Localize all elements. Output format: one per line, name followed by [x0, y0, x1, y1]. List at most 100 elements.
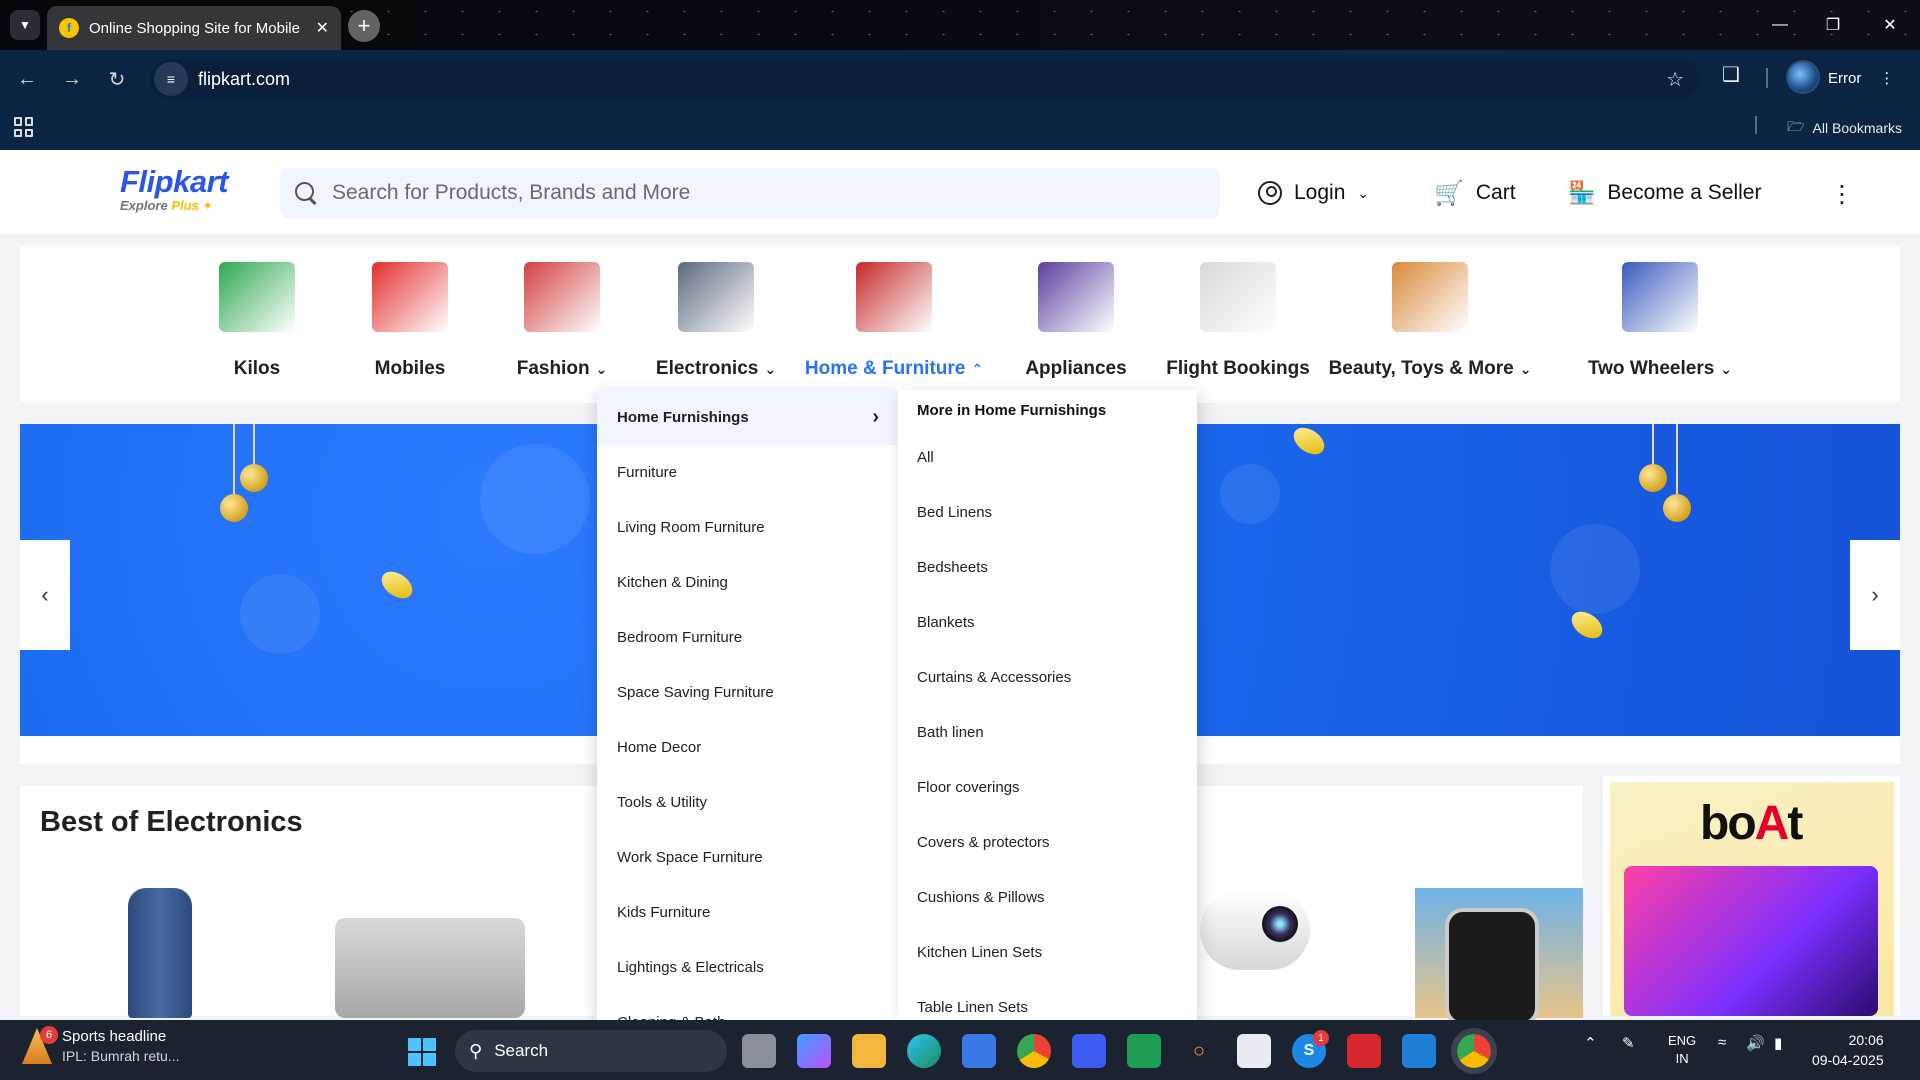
- subcategory-item[interactable]: Kitchen Linen Sets: [898, 925, 1197, 980]
- wifi-icon[interactable]: ≈: [1718, 1034, 1726, 1051]
- profile-error-chip[interactable]: Error ⋮: [1828, 62, 1894, 94]
- dropdown-item[interactable]: Bedroom Furniture: [597, 610, 897, 665]
- product-smartwatch[interactable]: [1415, 888, 1583, 1026]
- search-icon: ⚲: [469, 1040, 483, 1061]
- search-input[interactable]: [332, 181, 1192, 205]
- category-fashion[interactable]: Fashion ⌄: [517, 262, 607, 379]
- dropdown-item[interactable]: Kids Furniture: [597, 885, 897, 940]
- search-icon[interactable]: [294, 181, 318, 205]
- editor-app-icon[interactable]: [1072, 1034, 1106, 1068]
- skype-badge: 1: [1313, 1030, 1329, 1046]
- category-label: Flight Bookings: [1166, 358, 1310, 379]
- chrome-icon[interactable]: [1017, 1034, 1051, 1068]
- restore-button[interactable]: ❐: [1813, 10, 1853, 40]
- dropdown-item[interactable]: Home Furnishings ›: [597, 390, 897, 445]
- dropdown-item[interactable]: Tools & Utility: [597, 775, 897, 830]
- category-flight-bookings[interactable]: Flight Bookings: [1166, 262, 1310, 379]
- subcategory-item[interactable]: All: [898, 430, 1197, 485]
- volume-icon[interactable]: 🔊: [1746, 1034, 1765, 1052]
- browser-menu-icon[interactable]: ⋮: [1879, 69, 1894, 87]
- coin-icon: [1288, 424, 1330, 460]
- vscode-icon[interactable]: [1402, 1034, 1436, 1068]
- site-info-icon[interactable]: ≡: [154, 62, 188, 96]
- windows-start-icon[interactable]: [408, 1038, 436, 1066]
- edge-icon[interactable]: [907, 1034, 941, 1068]
- browser-toolbar: ← → ↻ ≡ flipkart.com ☆: [0, 50, 1920, 108]
- become-seller-button[interactable]: 🏪 Become a Seller: [1568, 176, 1761, 210]
- login-button[interactable]: Login ⌄: [1258, 176, 1369, 210]
- close-window-button[interactable]: ✕: [1870, 10, 1910, 40]
- category-label: Kilos: [233, 358, 281, 379]
- pen-icon[interactable]: ✎: [1622, 1034, 1635, 1052]
- dropdown-item[interactable]: Work Space Furniture: [597, 830, 897, 885]
- calculator-icon[interactable]: [1127, 1034, 1161, 1068]
- chrome-active-icon[interactable]: [1451, 1028, 1497, 1074]
- product-printer[interactable]: [335, 918, 525, 1018]
- carousel-prev-button[interactable]: ‹: [20, 540, 70, 650]
- category-two-wheelers[interactable]: Two Wheelers ⌄: [1588, 262, 1732, 379]
- taskbar-search[interactable]: ⚲ Search: [455, 1030, 727, 1072]
- file-explorer-icon[interactable]: [852, 1034, 886, 1068]
- battery-icon[interactable]: ▮: [1774, 1034, 1782, 1052]
- address-bar[interactable]: ≡ flipkart.com ☆: [150, 59, 1700, 99]
- category-beauty-toys-more[interactable]: Beauty, Toys & More ⌄: [1329, 262, 1531, 379]
- document-app-icon[interactable]: [1237, 1034, 1271, 1068]
- flipkart-logo[interactable]: Flipkart Explore Plus ✦: [120, 164, 228, 214]
- category-image: [1200, 262, 1276, 332]
- subcategory-item[interactable]: Table Linen Sets: [898, 980, 1197, 1020]
- dropdown-item[interactable]: Furniture: [597, 445, 897, 500]
- category-kilos[interactable]: Kilos: [219, 262, 295, 379]
- language-indicator[interactable]: ENG IN: [1668, 1032, 1696, 1068]
- reload-icon[interactable]: ↻: [102, 64, 132, 94]
- product-speaker[interactable]: [128, 888, 192, 1018]
- forward-arrow-icon[interactable]: →: [57, 64, 87, 94]
- logo-tagline: Explore Plus ✦: [120, 198, 214, 213]
- system-clock[interactable]: 20:06 09-04-2025: [1812, 1030, 1884, 1070]
- category-image: [1392, 262, 1468, 332]
- bookmark-star-icon[interactable]: ☆: [1666, 67, 1684, 92]
- extensions-puzzle-icon[interactable]: ❑: [1722, 62, 1740, 87]
- browser-tab-active[interactable]: f Online Shopping Site for Mobile ✕: [47, 6, 341, 50]
- minimize-button[interactable]: —: [1760, 10, 1800, 40]
- new-tab-button[interactable]: +: [348, 10, 380, 42]
- category-appliances[interactable]: Appliances: [1025, 262, 1127, 379]
- tab-search-button[interactable]: ▼: [10, 10, 40, 40]
- category-electronics[interactable]: Electronics ⌄: [656, 262, 776, 379]
- search-bar[interactable]: [280, 168, 1220, 218]
- subcategory-item[interactable]: Bed Linens: [898, 485, 1197, 540]
- product-camera[interactable]: [1200, 890, 1310, 970]
- task-view-icon[interactable]: [742, 1034, 776, 1068]
- carousel-next-button[interactable]: ›: [1850, 540, 1900, 650]
- subcategory-item[interactable]: Cushions & Pillows: [898, 870, 1197, 925]
- category-mobiles[interactable]: Mobiles: [372, 262, 448, 379]
- tab-close-icon[interactable]: ✕: [316, 18, 329, 38]
- profile-avatar[interactable]: [1786, 60, 1820, 94]
- category-image: [678, 262, 754, 332]
- subcategory-item[interactable]: Covers & protectors: [898, 815, 1197, 870]
- category-image: [1038, 262, 1114, 332]
- subcategory-item[interactable]: Bath linen: [898, 705, 1197, 760]
- category-label: Fashion ⌄: [516, 358, 608, 379]
- copilot-icon[interactable]: [797, 1034, 831, 1068]
- subcategory-item[interactable]: Curtains & Accessories: [898, 650, 1197, 705]
- subcategory-item[interactable]: Blankets: [898, 595, 1197, 650]
- show-hidden-icons[interactable]: ⌃: [1584, 1034, 1597, 1052]
- dropdown-item[interactable]: Home Decor: [597, 720, 897, 775]
- mcafee-icon[interactable]: [1347, 1034, 1381, 1068]
- dropdown-item[interactable]: Kitchen & Dining: [597, 555, 897, 610]
- dropdown-item[interactable]: Cleaning & Bath: [597, 995, 897, 1020]
- apps-grid-icon[interactable]: [14, 117, 34, 137]
- dropdown-item[interactable]: Space Saving Furniture: [597, 665, 897, 720]
- dropdown-item[interactable]: Living Room Furniture: [597, 500, 897, 555]
- back-arrow-icon[interactable]: ←: [12, 64, 42, 94]
- store-icon[interactable]: [962, 1034, 996, 1068]
- category-home-furniture[interactable]: Home & Furniture ⌃: [805, 262, 983, 379]
- subcategory-item[interactable]: Floor coverings: [898, 760, 1197, 815]
- dropdown-item[interactable]: Lightings & Electricals: [597, 940, 897, 995]
- url-text[interactable]: flipkart.com: [198, 69, 290, 90]
- ring-app-icon[interactable]: ○: [1182, 1034, 1216, 1068]
- cart-button[interactable]: 🛒 Cart: [1434, 176, 1516, 210]
- all-bookmarks-button[interactable]: 🗁 All Bookmarks: [1787, 116, 1902, 140]
- more-options-icon[interactable]: ⋮: [1830, 180, 1854, 209]
- subcategory-item[interactable]: Bedsheets: [898, 540, 1197, 595]
